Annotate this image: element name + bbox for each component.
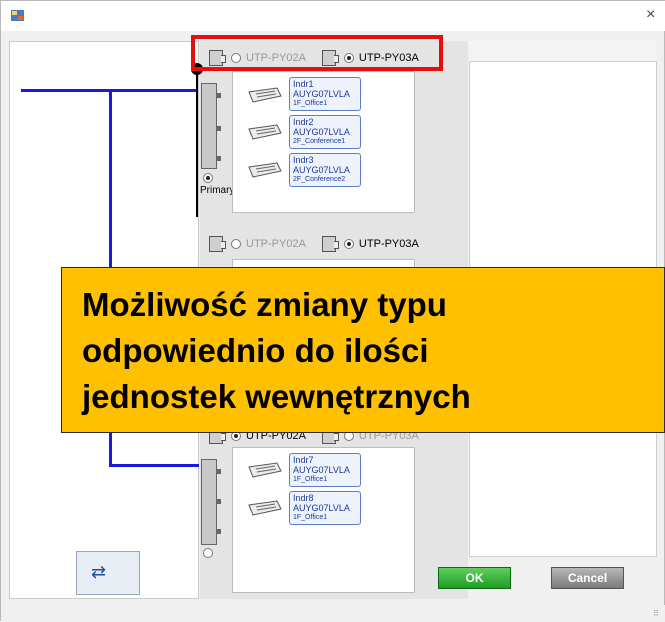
indoor-room: 1F_Office1 bbox=[293, 514, 328, 521]
callout-line-3: jednostek wewnętrznych bbox=[82, 378, 471, 415]
primary-label: Primary bbox=[200, 185, 235, 196]
indoor-unit-icon bbox=[248, 500, 282, 516]
indoor-name: Indr1 bbox=[293, 79, 314, 89]
indoor-unit-card[interactable]: Indr1 AUYG07LVLA 1F_Office1 bbox=[289, 77, 361, 111]
title-bar: × bbox=[1, 1, 665, 31]
group2-label-py02a: UTP-PY02A bbox=[246, 238, 306, 250]
port-tick bbox=[217, 529, 221, 534]
callout-line-1: Możliwość zmiany typu bbox=[82, 286, 447, 323]
swap-units-icon: ⇄ bbox=[91, 562, 107, 582]
group2-radio-py03a[interactable] bbox=[343, 239, 354, 249]
group2-radio-py02a[interactable] bbox=[231, 239, 241, 249]
port-tick bbox=[217, 126, 221, 131]
indoor-name: Indr2 bbox=[293, 117, 314, 127]
group1-controller-bar bbox=[201, 83, 217, 169]
controller-unit-icon bbox=[209, 236, 226, 252]
indoor-room: 2F_Conference2 bbox=[293, 176, 346, 183]
close-icon[interactable]: × bbox=[646, 7, 655, 23]
app-icon bbox=[11, 10, 24, 21]
group3-controller-bar bbox=[201, 459, 217, 545]
indoor-unit-card[interactable]: Indr7 AUYG07LVLA 1F_Office1 bbox=[289, 453, 361, 487]
swap-units-button[interactable]: ⇄ bbox=[76, 551, 140, 595]
controller-unit-icon bbox=[321, 236, 339, 252]
indoor-unit-card[interactable]: Indr8 AUYG07LVLA 1F_Office1 bbox=[289, 491, 361, 525]
indoor-unit-icon bbox=[248, 124, 282, 140]
indoor-room: 1F_Office1 bbox=[293, 100, 328, 107]
indoor-unit-icon bbox=[248, 162, 282, 178]
indoor-model: AUYG07LVLA bbox=[293, 89, 350, 99]
indoor-name: Indr7 bbox=[293, 455, 314, 465]
port-tick bbox=[217, 93, 221, 98]
port-tick bbox=[217, 499, 221, 504]
type-selector-highlight bbox=[191, 35, 443, 71]
indoor-model: AUYG07LVLA bbox=[293, 465, 350, 475]
cancel-button[interactable]: Cancel bbox=[551, 567, 624, 589]
group3-primary-radio[interactable] bbox=[203, 548, 213, 558]
callout-line-2: odpowiednio do ilości bbox=[82, 332, 429, 369]
info-callout: Możliwość zmiany typu odpowiednio do ilo… bbox=[61, 267, 665, 433]
status-bar bbox=[1, 605, 665, 622]
indoor-model: AUYG07LVLA bbox=[293, 165, 350, 175]
connector-line bbox=[196, 69, 198, 217]
group2-type-selector: UTP-PY02A UTP-PY03A bbox=[209, 233, 419, 255]
indoor-unit-card[interactable]: Indr2 AUYG07LVLA 2F_Conference1 bbox=[289, 115, 361, 149]
resize-grip-icon[interactable]: ⠿ bbox=[653, 609, 659, 618]
indoor-room: 2F_Conference1 bbox=[293, 138, 346, 145]
ok-button[interactable]: OK bbox=[438, 567, 511, 589]
port-tick bbox=[217, 469, 221, 474]
indoor-room: 1F_Office1 bbox=[293, 476, 328, 483]
indoor-unit-icon bbox=[248, 87, 282, 103]
indoor-model: AUYG07LVLA bbox=[293, 503, 350, 513]
dialog-window: × UTP-PY02A UTP-PY03A Primary Indr1 AUYG… bbox=[0, 0, 665, 622]
indoor-unit-card[interactable]: Indr3 AUYG07LVLA 2F_Conference2 bbox=[289, 153, 361, 187]
details-header bbox=[469, 41, 657, 61]
port-tick bbox=[217, 156, 221, 161]
group2-label-py03a: UTP-PY03A bbox=[358, 238, 419, 250]
primary-radio[interactable] bbox=[203, 173, 213, 183]
indoor-unit-icon bbox=[248, 462, 282, 478]
indoor-name: Indr8 bbox=[293, 493, 314, 503]
wire-bottom bbox=[109, 464, 199, 467]
indoor-model: AUYG07LVLA bbox=[293, 127, 350, 137]
indoor-name: Indr3 bbox=[293, 155, 314, 165]
